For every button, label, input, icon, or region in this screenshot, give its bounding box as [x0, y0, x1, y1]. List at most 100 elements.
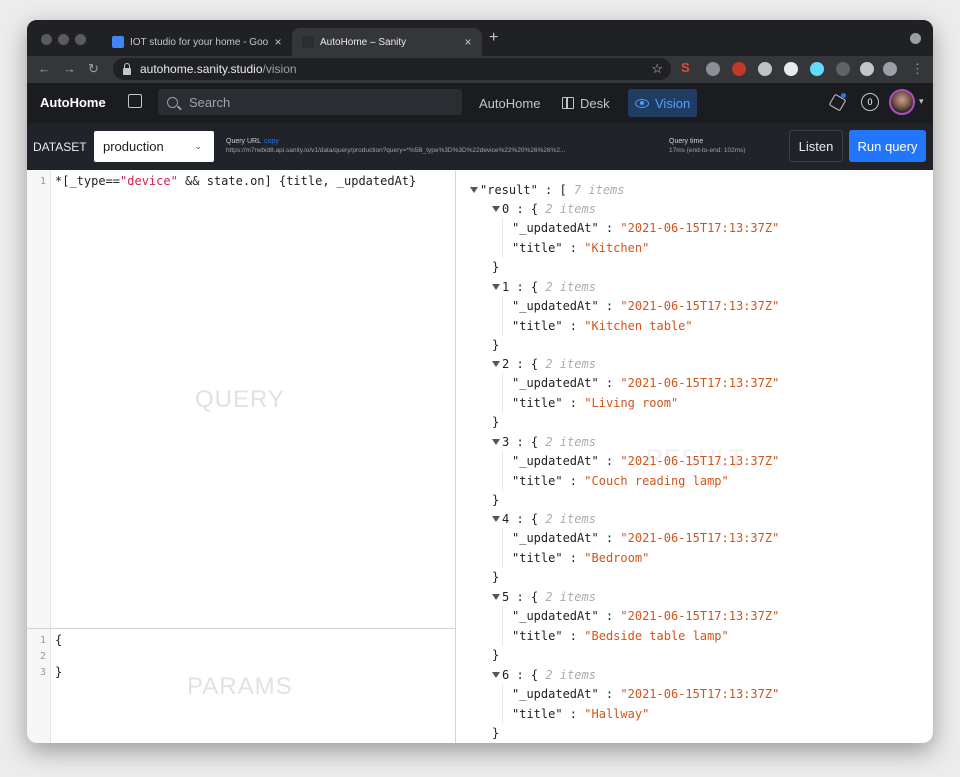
copy-link[interactable]: copy: [264, 138, 279, 145]
nav-vision[interactable]: Vision: [628, 89, 698, 117]
desk-icon: [562, 97, 574, 109]
result-key: "result": [480, 183, 538, 197]
result-field-title: "title" : "Kitchen table": [512, 318, 693, 333]
minimize-window-icon[interactable]: [58, 34, 69, 45]
query-code-line[interactable]: *[_type=="device" && state.on] {title, _…: [55, 174, 416, 188]
result-item-header[interactable]: 6 : { 2 items: [492, 668, 596, 682]
indent-guide: [502, 528, 503, 569]
query-url[interactable]: https://m7rwbid8.api.sanity.io/v1/data/q…: [226, 147, 646, 154]
update-dot: [841, 93, 846, 98]
search-box[interactable]: [158, 89, 462, 115]
close-window-icon[interactable]: [41, 34, 52, 45]
result-item-close: }: [492, 492, 500, 507]
close-tab-icon[interactable]: ×: [460, 35, 476, 49]
dataset-select[interactable]: production ⌄: [94, 131, 214, 162]
field-value: "2021-06-15T17:13:37Z": [620, 298, 780, 313]
result-item-header[interactable]: 2 : { 2 items: [492, 357, 596, 371]
field-value: "Hallway": [584, 706, 650, 721]
puzzle-extensions-icon[interactable]: [860, 62, 874, 76]
address-bar[interactable]: autohome.sanity.studio/vision ☆: [113, 58, 671, 80]
extension-icon[interactable]: [758, 62, 772, 76]
browser-tab-iot-studio[interactable]: IOT studio for your home - Goo ×: [102, 28, 292, 56]
studio-brand[interactable]: AutoHome: [40, 95, 106, 110]
maximize-window-icon[interactable]: [75, 34, 86, 45]
field-key: "title": [512, 241, 563, 255]
expand-triangle-icon[interactable]: [492, 283, 500, 290]
extension-icon[interactable]: [784, 62, 798, 76]
result-field-updatedat: "_updatedAt" : "2021-06-15T17:13:37Z": [512, 686, 780, 701]
result-root-line[interactable]: "result" : [ 7 items: [470, 183, 625, 197]
item-count: 2 items: [545, 512, 596, 527]
field-key: "_updatedAt": [512, 453, 599, 468]
nav-desk[interactable]: Desk: [555, 89, 617, 117]
info-icon[interactable]: [836, 62, 850, 76]
result-item-header[interactable]: 1 : { 2 items: [492, 280, 596, 294]
forward-arrow-icon[interactable]: →: [63, 61, 76, 76]
reload-icon[interactable]: ↻: [88, 61, 99, 77]
notification-badge[interactable]: 0: [861, 93, 879, 111]
nav-autohome[interactable]: AutoHome: [472, 89, 547, 117]
expand-triangle-icon[interactable]: [492, 671, 500, 678]
result-field-title: "title" : "Hallway": [512, 706, 650, 721]
expand-triangle-icon[interactable]: [492, 206, 500, 212]
field-value: "2021-06-15T17:13:37Z": [620, 531, 780, 546]
tab-search-icon[interactable]: [910, 33, 921, 44]
field-value: "Kitchen table": [584, 318, 693, 333]
browser-tab-autohome[interactable]: AutoHome – Sanity ×: [292, 28, 482, 56]
expand-triangle-icon[interactable]: [470, 187, 478, 193]
indent-guide: [502, 606, 503, 646]
params-code-line[interactable]: }: [55, 665, 62, 679]
result-item-header[interactable]: 0 : { 2 items: [492, 202, 596, 216]
query-editor[interactable]: 1 *[_type=="device" && state.on] {title,…: [27, 170, 455, 629]
line-gutter: 1 2 3: [27, 629, 51, 743]
indent-guide: [502, 218, 503, 258]
field-value: "2021-06-15T17:13:37Z": [620, 609, 780, 623]
field-value: "Bedroom": [584, 551, 650, 566]
back-arrow-icon[interactable]: ←: [38, 61, 51, 76]
field-key: "title": [512, 318, 563, 333]
new-tab-button[interactable]: +: [489, 29, 498, 47]
sanity-extension-icon[interactable]: S: [681, 60, 690, 75]
expand-triangle-icon[interactable]: [492, 438, 500, 445]
react-devtools-icon[interactable]: [810, 62, 824, 76]
result-item-close: }: [492, 337, 500, 352]
item-count: 2 items: [545, 667, 596, 682]
field-key: "_updatedAt": [512, 221, 599, 235]
result-pane: RESULT "result" : [ 7 items 0 : { 2 items…: [456, 170, 933, 743]
item-count: 2 items: [545, 590, 596, 604]
result-item-header[interactable]: 4 : { 2 items: [492, 512, 596, 526]
field-key: "_updatedAt": [512, 531, 599, 546]
result-field-updatedat: "_updatedAt" : "2021-06-15T17:13:37Z": [512, 531, 780, 546]
expand-triangle-icon[interactable]: [492, 594, 500, 600]
ublock-icon[interactable]: [732, 62, 746, 76]
result-field-updatedat: "_updatedAt" : "2021-06-15T17:13:37Z": [512, 609, 780, 623]
extension-icon[interactable]: [706, 62, 720, 76]
more-menu-icon[interactable]: ⋮: [911, 61, 924, 77]
profile-avatar-icon[interactable]: [883, 62, 897, 76]
result-item-header[interactable]: 3 : { 2 items: [492, 435, 596, 449]
item-index: 6: [502, 667, 510, 682]
listen-button[interactable]: Listen: [789, 130, 843, 162]
result-field-updatedat: "_updatedAt" : "2021-06-15T17:13:37Z": [512, 376, 780, 391]
params-code-line[interactable]: {: [55, 633, 62, 647]
user-avatar[interactable]: [889, 89, 915, 115]
indent-guide: [502, 683, 503, 724]
sanity-icon: [302, 36, 314, 48]
chevron-down-icon[interactable]: ▾: [919, 96, 924, 107]
run-query-button[interactable]: Run query: [849, 130, 926, 162]
expand-triangle-icon[interactable]: [492, 361, 500, 368]
search-input[interactable]: [187, 93, 451, 111]
field-key: "title": [512, 551, 563, 566]
result-item-header[interactable]: 5 : { 2 items: [492, 590, 596, 604]
field-value: "2021-06-15T17:13:37Z": [620, 221, 780, 235]
field-key: "_updatedAt": [512, 609, 599, 623]
expand-triangle-icon[interactable]: [492, 516, 500, 523]
compose-icon[interactable]: [128, 94, 142, 108]
query-time-value: 17ms (end-to-end: 102ms): [669, 147, 746, 154]
item-count: 2 items: [545, 357, 596, 372]
params-editor[interactable]: 1 2 3 { } PARAMS: [27, 629, 455, 743]
result-field-updatedat: "_updatedAt" : "2021-06-15T17:13:37Z": [512, 298, 780, 313]
field-value: "Kitchen": [584, 241, 650, 255]
bookmark-star-icon[interactable]: ☆: [651, 61, 663, 77]
close-tab-icon[interactable]: ×: [270, 35, 286, 49]
